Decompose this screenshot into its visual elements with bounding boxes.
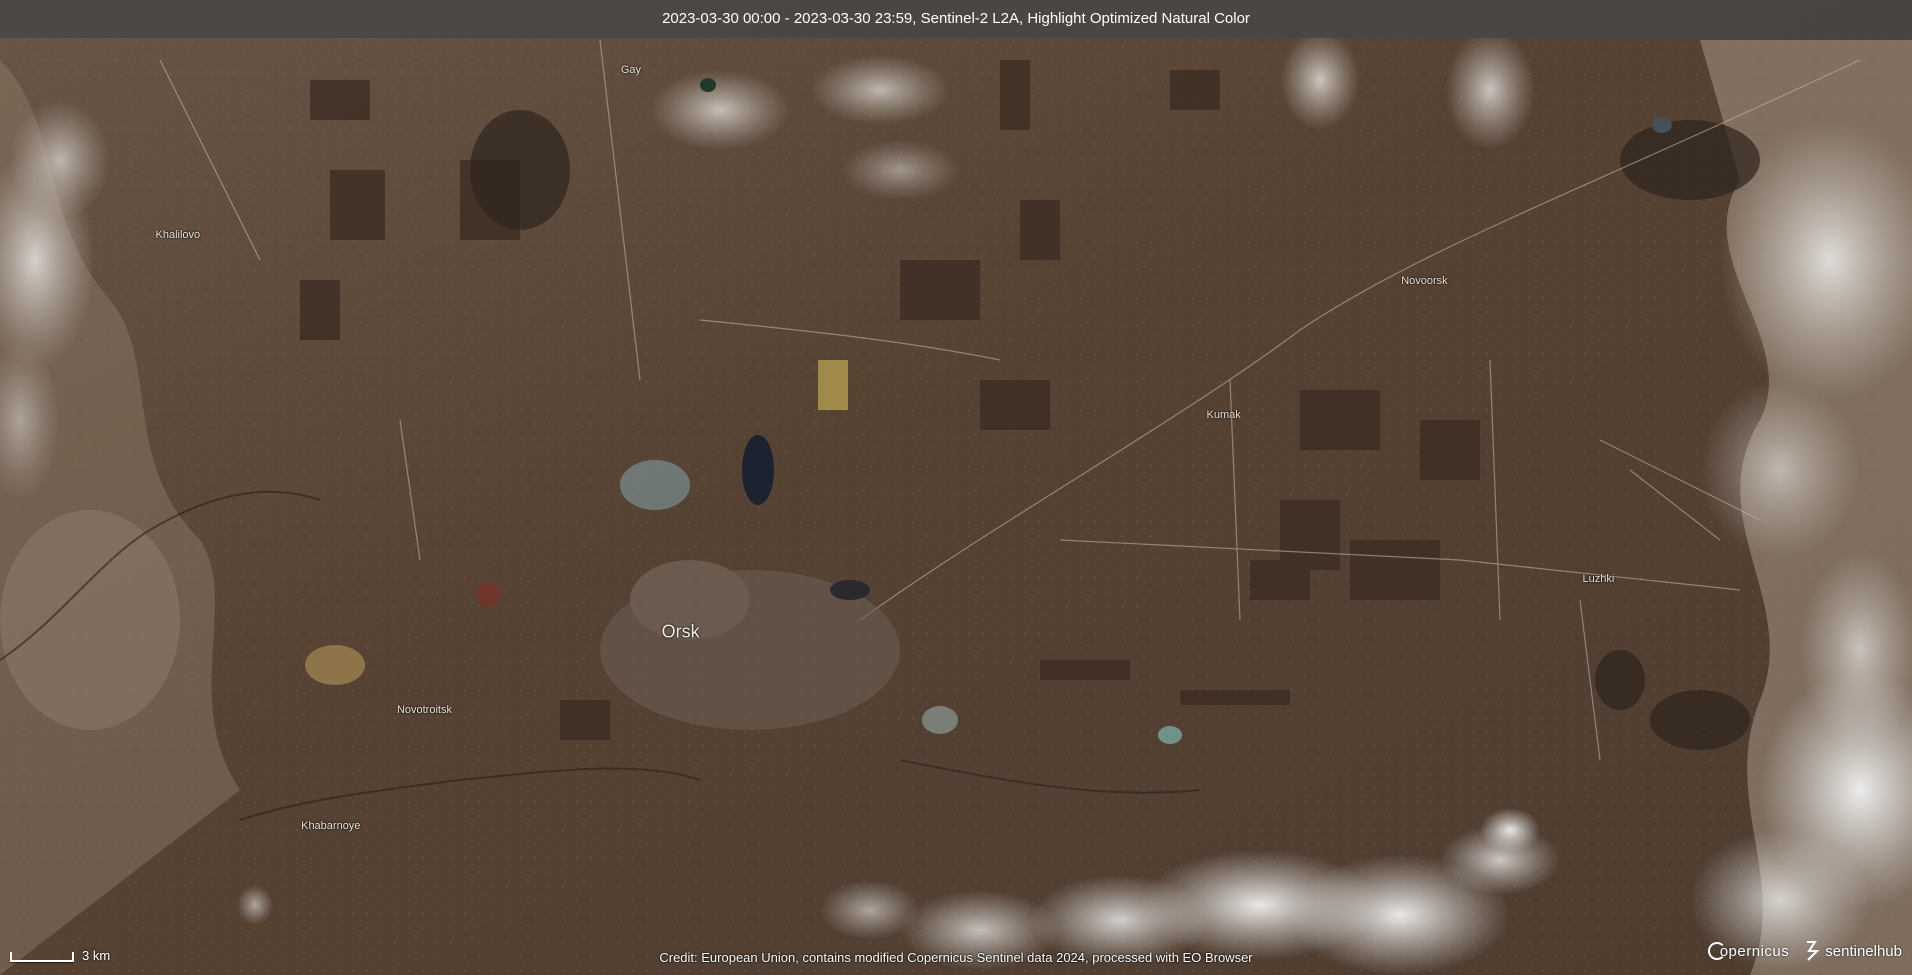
attribution-credit: Credit: European Union, contains modifie…	[659, 950, 1253, 965]
sentinelhub-logo: sentinelhub	[1803, 940, 1902, 962]
provider-logos: opernicus sentinelhub	[1707, 940, 1902, 962]
map-title-bar: 2023-03-30 00:00 - 2023-03-30 23:59, Sen…	[0, 0, 1912, 38]
map-title: 2023-03-30 00:00 - 2023-03-30 23:59, Sen…	[662, 10, 1250, 27]
place-label-luzhki: Luzhki	[1582, 573, 1615, 586]
place-label-orsk: Orsk	[661, 621, 700, 642]
copernicus-logo-text: opernicus	[1719, 942, 1790, 960]
place-label-kumak: Kumak	[1206, 409, 1241, 422]
place-label-gay: Gay	[620, 64, 642, 77]
copernicus-logo: opernicus	[1707, 942, 1790, 960]
map-viewport[interactable]: 2023-03-30 00:00 - 2023-03-30 23:59, Sen…	[0, 0, 1912, 975]
place-label-novoorsk: Novoorsk	[1401, 274, 1448, 287]
sentinelhub-logo-text: sentinelhub	[1825, 942, 1902, 960]
place-label-khalilovo: Khalilovo	[155, 228, 201, 241]
place-label-novotroitsk: Novotroitsk	[396, 703, 452, 716]
sentinelhub-logo-icon	[1807, 941, 1820, 961]
place-label-khabarnoye: Khabarnoye	[301, 819, 361, 832]
satellite-imagery[interactable]	[0, 0, 1912, 975]
